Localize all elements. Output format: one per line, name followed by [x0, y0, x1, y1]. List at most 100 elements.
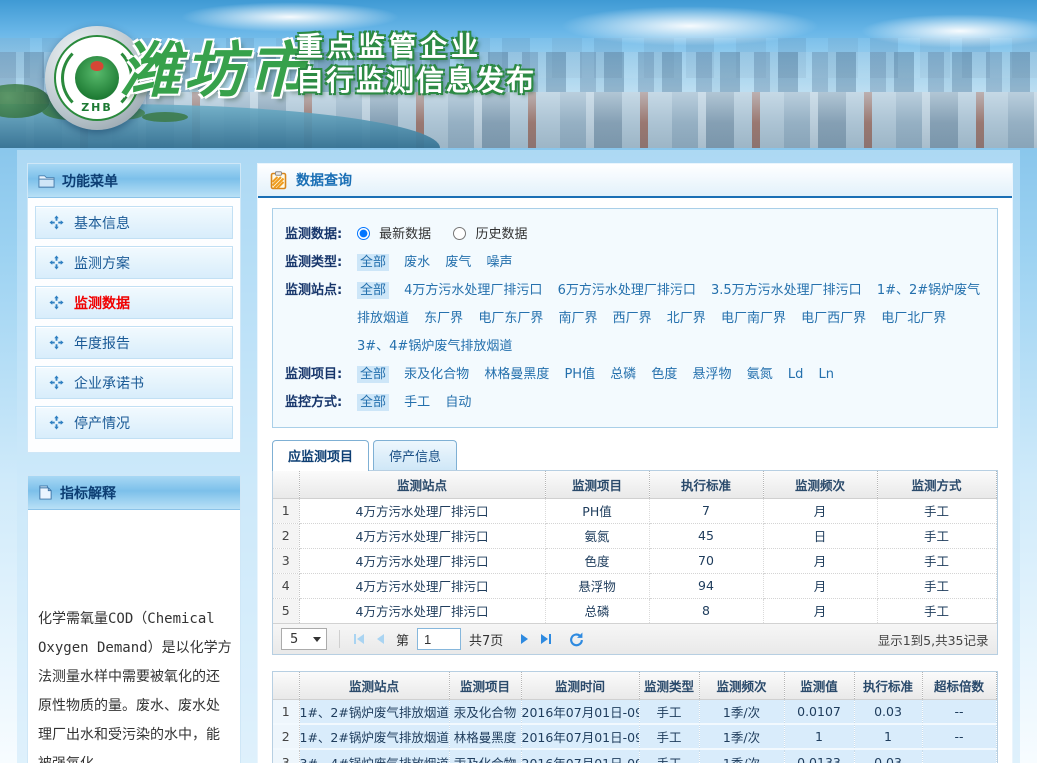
- column-header[interactable]: 监测站点: [299, 672, 449, 699]
- cell-station: 4万方污水处理厂排污口: [299, 548, 545, 573]
- cell-standard: 7: [649, 498, 763, 523]
- filter-option-station[interactable]: 电厂北厂界: [881, 311, 946, 326]
- page-number-input[interactable]: [417, 628, 461, 650]
- filter-option-noise[interactable]: 噪声: [486, 255, 512, 270]
- row-index: 3: [273, 548, 299, 573]
- table-row[interactable]: 5 4万方污水处理厂排污口 总磷 8 月 手工: [273, 598, 996, 623]
- filter-option-mode-all[interactable]: 全部: [357, 394, 389, 411]
- filter-option-station[interactable]: 电厂南厂界: [721, 311, 786, 326]
- sidebar-item-commitment-letter[interactable]: 企业承诺书: [35, 366, 233, 399]
- cell-station: 1#、2#锅炉废气排放烟道: [299, 724, 449, 749]
- tab-shutdown-info[interactable]: 停产信息: [373, 440, 457, 470]
- cell-time: 2016年07月01日-09: [521, 699, 639, 724]
- filter-option-item[interactable]: 悬浮物: [693, 367, 732, 382]
- filter-option-station[interactable]: 全部: [357, 282, 389, 299]
- filter-option-wastewater[interactable]: 废水: [404, 255, 430, 270]
- filter-option-station[interactable]: 3#、4#锅炉废气排放烟道: [357, 339, 512, 354]
- table-header-row: 监测站点 监测项目 执行标准 监测频次 监测方式: [273, 471, 996, 498]
- cell-mode: 手工: [877, 523, 996, 548]
- filter-option-type-all[interactable]: 全部: [357, 254, 389, 271]
- table-row[interactable]: 3 3#、4#锅炉废气排放烟道 汞及化合物 2016年07月01日-09 手工 …: [273, 749, 996, 763]
- column-header[interactable]: 监测项目: [545, 471, 649, 498]
- radio-history-data[interactable]: 历史数据: [453, 227, 527, 242]
- radio-latest-data-input[interactable]: [357, 227, 370, 240]
- filter-option-auto[interactable]: 自动: [445, 395, 471, 410]
- column-header[interactable]: 监测时间: [521, 672, 639, 699]
- sidebar-item-monitoring-data[interactable]: 监测数据: [35, 286, 233, 319]
- chevron-down-icon: [313, 637, 321, 642]
- main-panel: 数据查询 监测数据: 最新数据 历史数据: [257, 163, 1013, 763]
- filter-option-station[interactable]: 南厂界: [558, 311, 597, 326]
- filter-option-station[interactable]: 电厂东厂界: [478, 311, 543, 326]
- table-row[interactable]: 4 4万方污水处理厂排污口 悬浮物 94 月 手工: [273, 573, 996, 598]
- cell-frequency: 月: [763, 548, 877, 573]
- last-page-button[interactable]: [539, 632, 553, 646]
- first-page-button[interactable]: [352, 632, 366, 646]
- table-row[interactable]: 1 1#、2#锅炉废气排放烟道 汞及化合物 2016年07月01日-09 手工 …: [273, 699, 996, 724]
- column-header[interactable]: 监测值: [784, 672, 854, 699]
- sidebar-item-shutdown-status[interactable]: 停产情况: [35, 406, 233, 439]
- compass-icon: [49, 295, 64, 310]
- radio-history-data-input[interactable]: [453, 227, 466, 240]
- cell-item: 汞及化合物: [449, 749, 521, 763]
- logo-zhb-text: ZHB: [81, 101, 113, 114]
- filter-option-item[interactable]: 全部: [357, 366, 389, 383]
- column-header[interactable]: 监测频次: [699, 672, 784, 699]
- filter-option-item[interactable]: Ln: [819, 367, 834, 382]
- filter-option-item[interactable]: 林格曼黑度: [484, 367, 549, 382]
- cell-mode: 手工: [877, 548, 996, 573]
- filter-option-station[interactable]: 北厂界: [667, 311, 706, 326]
- filter-option-item[interactable]: 总磷: [610, 367, 636, 382]
- refresh-button[interactable]: [569, 632, 584, 647]
- sidebar-item-basic-info[interactable]: 基本信息: [35, 206, 233, 239]
- tab-monitoring-items[interactable]: 应监测项目: [272, 440, 369, 471]
- column-header[interactable]: 监测站点: [299, 471, 545, 498]
- cell-frequency: 月: [763, 573, 877, 598]
- filter-option-manual[interactable]: 手工: [404, 395, 430, 410]
- table-row[interactable]: 3 4万方污水处理厂排污口 色度 70 月 手工: [273, 548, 996, 573]
- filter-option-station[interactable]: 东厂界: [424, 311, 463, 326]
- filter-option-item[interactable]: 氨氮: [747, 367, 773, 382]
- table-row[interactable]: 2 4万方污水处理厂排污口 氨氮 45 日 手工: [273, 523, 996, 548]
- cell-time: 2016年07月01日-09: [521, 749, 639, 763]
- section-header: 数据查询: [258, 164, 1012, 198]
- sidebar-item-monitoring-plan[interactable]: 监测方案: [35, 246, 233, 279]
- cell-type: 手工: [639, 749, 699, 763]
- table-row[interactable]: 1 4万方污水处理厂排污口 PH值 7 月 手工: [273, 498, 996, 523]
- column-header[interactable]: 监测方式: [877, 471, 996, 498]
- next-page-button[interactable]: [517, 632, 531, 646]
- monitoring-values-table: 监测站点 监测项目 监测时间 监测类型 监测频次 监测值 执行标准 超标倍数 1…: [273, 672, 997, 763]
- column-header[interactable]: 执行标准: [854, 672, 922, 699]
- cell-value: 1: [784, 724, 854, 749]
- filter-label-station: 监测站点:: [285, 277, 357, 361]
- column-header[interactable]: 超标倍数: [922, 672, 996, 699]
- column-header[interactable]: 监测类型: [639, 672, 699, 699]
- radio-latest-data[interactable]: 最新数据: [357, 227, 435, 242]
- filter-option-wastegas[interactable]: 废气: [445, 255, 471, 270]
- filter-option-station[interactable]: 西厂界: [613, 311, 652, 326]
- column-header[interactable]: 执行标准: [649, 471, 763, 498]
- table-row[interactable]: 2 1#、2#锅炉废气排放烟道 林格曼黑度 2016年07月01日-09 手工 …: [273, 724, 996, 749]
- filter-option-item[interactable]: 色度: [651, 367, 677, 382]
- sidebar-item-annual-report[interactable]: 年度报告: [35, 326, 233, 359]
- filter-option-item[interactable]: Ld: [788, 367, 804, 382]
- row-index: 5: [273, 598, 299, 623]
- banner: ZHB 潍坊市 重点监管企业 自行监测信息发布: [0, 0, 1037, 148]
- section-title: 数据查询: [296, 170, 352, 190]
- filter-option-station[interactable]: 6万方污水处理厂排污口: [558, 283, 696, 298]
- column-header[interactable]: 监测项目: [449, 672, 521, 699]
- sidebar-item-label: 基本信息: [74, 213, 130, 233]
- row-index: 2: [273, 523, 299, 548]
- filter-label-item: 监测项目:: [285, 361, 357, 389]
- column-header[interactable]: 监测频次: [763, 471, 877, 498]
- filter-option-station[interactable]: 3.5万方污水处理厂排污口: [711, 283, 862, 298]
- prev-page-button[interactable]: [374, 632, 388, 646]
- pager-summary: 显示1到5,共35记录: [878, 630, 989, 649]
- filter-option-station[interactable]: 电厂西厂界: [801, 311, 866, 326]
- filter-option-item[interactable]: PH值: [564, 367, 595, 382]
- filter-option-station[interactable]: 4万方污水处理厂排污口: [404, 283, 542, 298]
- page-size-select[interactable]: 5: [281, 628, 327, 650]
- cell-frequency: 1季/次: [699, 724, 784, 749]
- cell-item: 悬浮物: [545, 573, 649, 598]
- filter-option-item[interactable]: 汞及化合物: [404, 367, 469, 382]
